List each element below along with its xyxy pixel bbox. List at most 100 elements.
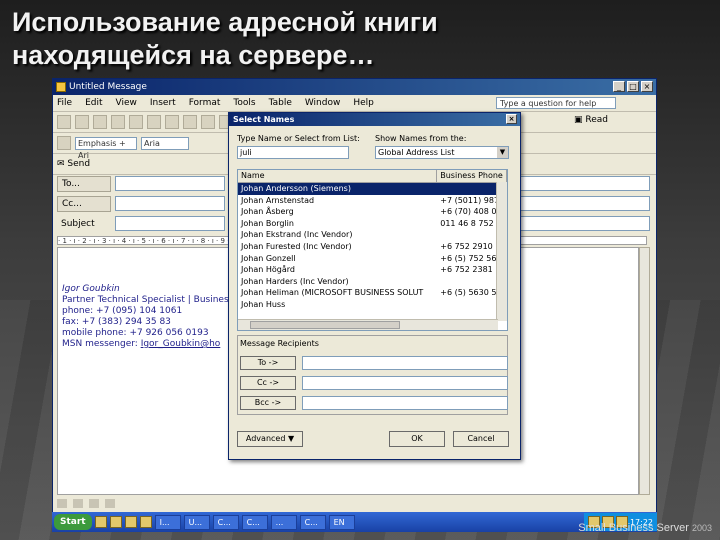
print-view-icon[interactable] — [89, 498, 99, 508]
bcc-add-button[interactable]: Bcc -> — [240, 396, 296, 410]
list-item[interactable]: Johan Gonzell +6 (5) 752 566 — [238, 253, 507, 265]
list-item[interactable]: Johan Borglin 011 46 8 752 36 — [238, 218, 507, 230]
menu-format[interactable]: Format — [189, 98, 221, 108]
maximize-button[interactable]: □ — [627, 81, 639, 92]
new-icon[interactable] — [57, 115, 71, 129]
message-recipients-group: Message Recipients To -> Cc -> Bcc -> — [237, 335, 508, 415]
cc-button[interactable]: Cc... — [57, 195, 111, 212]
list-item[interactable]: Johan Ekstrand (Inc Vendor) — [238, 229, 507, 241]
show-names-label: Show Names from the: — [375, 134, 467, 143]
help-search-input[interactable]: Type a question for help — [496, 97, 616, 109]
subject-field-right[interactable] — [508, 216, 650, 231]
cc-row: Cc... — [57, 195, 111, 212]
to-field-right[interactable] — [508, 176, 650, 191]
address-list-select[interactable]: Global Address List ▼ — [375, 146, 509, 159]
language-indicator[interactable]: EN — [328, 514, 355, 530]
minimize-button[interactable]: _ — [613, 81, 625, 92]
to-add-button[interactable]: To -> — [240, 356, 296, 370]
menu-help[interactable]: Help — [353, 98, 374, 108]
taskbar-item[interactable]: I... — [154, 514, 181, 530]
recipients-label: Message Recipients — [240, 339, 319, 348]
names-list: Name Business Phone Johan Andersson (Sie… — [237, 169, 508, 331]
ok-button[interactable]: OK — [389, 431, 445, 447]
taskbar-item[interactable]: U... — [183, 514, 210, 530]
menu-tools[interactable]: Tools — [233, 98, 255, 108]
quicklaunch-icon[interactable] — [94, 516, 107, 528]
brand-name: Small Business Server — [578, 522, 689, 534]
quicklaunch-icon[interactable] — [109, 516, 122, 528]
cc-field-right[interactable] — [508, 196, 650, 211]
subject-field[interactable] — [115, 216, 225, 231]
taskbar: Start I... U... C... C... ... C... EN 17… — [52, 512, 657, 532]
taskbar-item[interactable]: C... — [212, 514, 239, 530]
column-business-phone[interactable]: Business Phone — [437, 170, 507, 182]
taskbar-item[interactable]: C... — [241, 514, 268, 530]
quicklaunch-icon[interactable] — [124, 516, 137, 528]
subject-row: Subject — [57, 215, 115, 232]
read-button[interactable]: ▣ Read — [574, 115, 608, 125]
font-select[interactable]: Aria — [141, 136, 189, 150]
read-label: Read — [585, 115, 608, 125]
to-button[interactable]: To... — [57, 175, 111, 192]
research-icon[interactable] — [183, 115, 197, 129]
quicklaunch-icon[interactable] — [139, 516, 152, 528]
chevron-down-icon[interactable]: ▼ — [497, 147, 508, 158]
scrollbar-thumb[interactable] — [250, 321, 400, 329]
address-list-value: Global Address List — [378, 148, 455, 157]
taskbar-item[interactable]: C... — [299, 514, 326, 530]
list-item[interactable]: Johan Andersson (Siemens) — [238, 183, 507, 195]
cancel-button[interactable]: Cancel — [453, 431, 509, 447]
style-select[interactable]: Emphasis + Ari — [75, 136, 137, 160]
list-item[interactable]: Johan Heliman (MICROSOFT BUSINESS SOLUT +… — [238, 287, 507, 299]
start-button[interactable]: Start — [54, 514, 92, 530]
list-horizontal-scrollbar[interactable] — [238, 319, 498, 330]
menu-view[interactable]: View — [116, 98, 137, 108]
menu-edit[interactable]: Edit — [85, 98, 102, 108]
dialog-close-button[interactable]: × — [506, 114, 517, 124]
bcc-recipients-field[interactable] — [302, 396, 508, 410]
list-vertical-scrollbar[interactable] — [496, 182, 507, 321]
web-view-icon[interactable] — [73, 498, 83, 508]
advanced-button[interactable]: Advanced ▼ — [237, 431, 303, 447]
subject-label: Subject — [61, 218, 95, 229]
spelling-icon[interactable] — [165, 115, 179, 129]
type-name-input[interactable]: juli — [237, 146, 349, 159]
cut-icon[interactable] — [201, 115, 215, 129]
advanced-label: Advanced — [245, 434, 286, 443]
signature-email-link[interactable]: Igor_Goubkin@ho — [141, 339, 221, 349]
open-icon[interactable] — [75, 115, 89, 129]
select-names-dialog: Select Names × Type Name or Select from … — [228, 112, 521, 460]
send-button[interactable]: ✉ Send — [57, 159, 90, 169]
window-titlebar: Untitled Message _ □ × — [53, 79, 656, 95]
list-item[interactable]: Johan Huss — [238, 299, 507, 311]
list-item[interactable]: Johan Åsberg +6 (70) 408 02 — [238, 206, 507, 218]
save-icon[interactable] — [93, 115, 107, 129]
list-item[interactable]: Johan Högård +6 752 2381 — [238, 264, 507, 276]
list-item[interactable]: Johan Harders (Inc Vendor) — [238, 276, 507, 288]
list-item[interactable]: Johan Arnstenstad +7 (5011) 9876 — [238, 195, 507, 207]
column-name[interactable]: Name — [238, 170, 438, 182]
to-field[interactable] — [115, 176, 225, 191]
body-scrollbar[interactable] — [639, 247, 650, 495]
close-button[interactable]: × — [641, 81, 653, 92]
window-title: Untitled Message — [69, 82, 147, 92]
cc-recipients-field[interactable] — [302, 376, 508, 390]
outline-view-icon[interactable] — [105, 498, 115, 508]
to-row: To... — [57, 175, 111, 192]
taskbar-item[interactable]: ... — [270, 514, 297, 530]
list-item[interactable]: Johan Furested (Inc Vendor) +6 752 2910 — [238, 241, 507, 253]
print-icon[interactable] — [129, 115, 143, 129]
brand-year: 2003 — [691, 523, 712, 533]
cc-field[interactable] — [115, 196, 225, 211]
menu-file[interactable]: File — [57, 98, 72, 108]
cc-add-button[interactable]: Cc -> — [240, 376, 296, 390]
menu-insert[interactable]: Insert — [150, 98, 176, 108]
permission-icon[interactable] — [111, 115, 125, 129]
to-recipients-field[interactable] — [302, 356, 508, 370]
format-icon[interactable] — [57, 136, 71, 150]
dialog-title: Select Names — [233, 115, 295, 124]
menu-table[interactable]: Table — [269, 98, 292, 108]
normal-view-icon[interactable] — [57, 498, 67, 508]
print-preview-icon[interactable] — [147, 115, 161, 129]
menu-window[interactable]: Window — [305, 98, 341, 108]
